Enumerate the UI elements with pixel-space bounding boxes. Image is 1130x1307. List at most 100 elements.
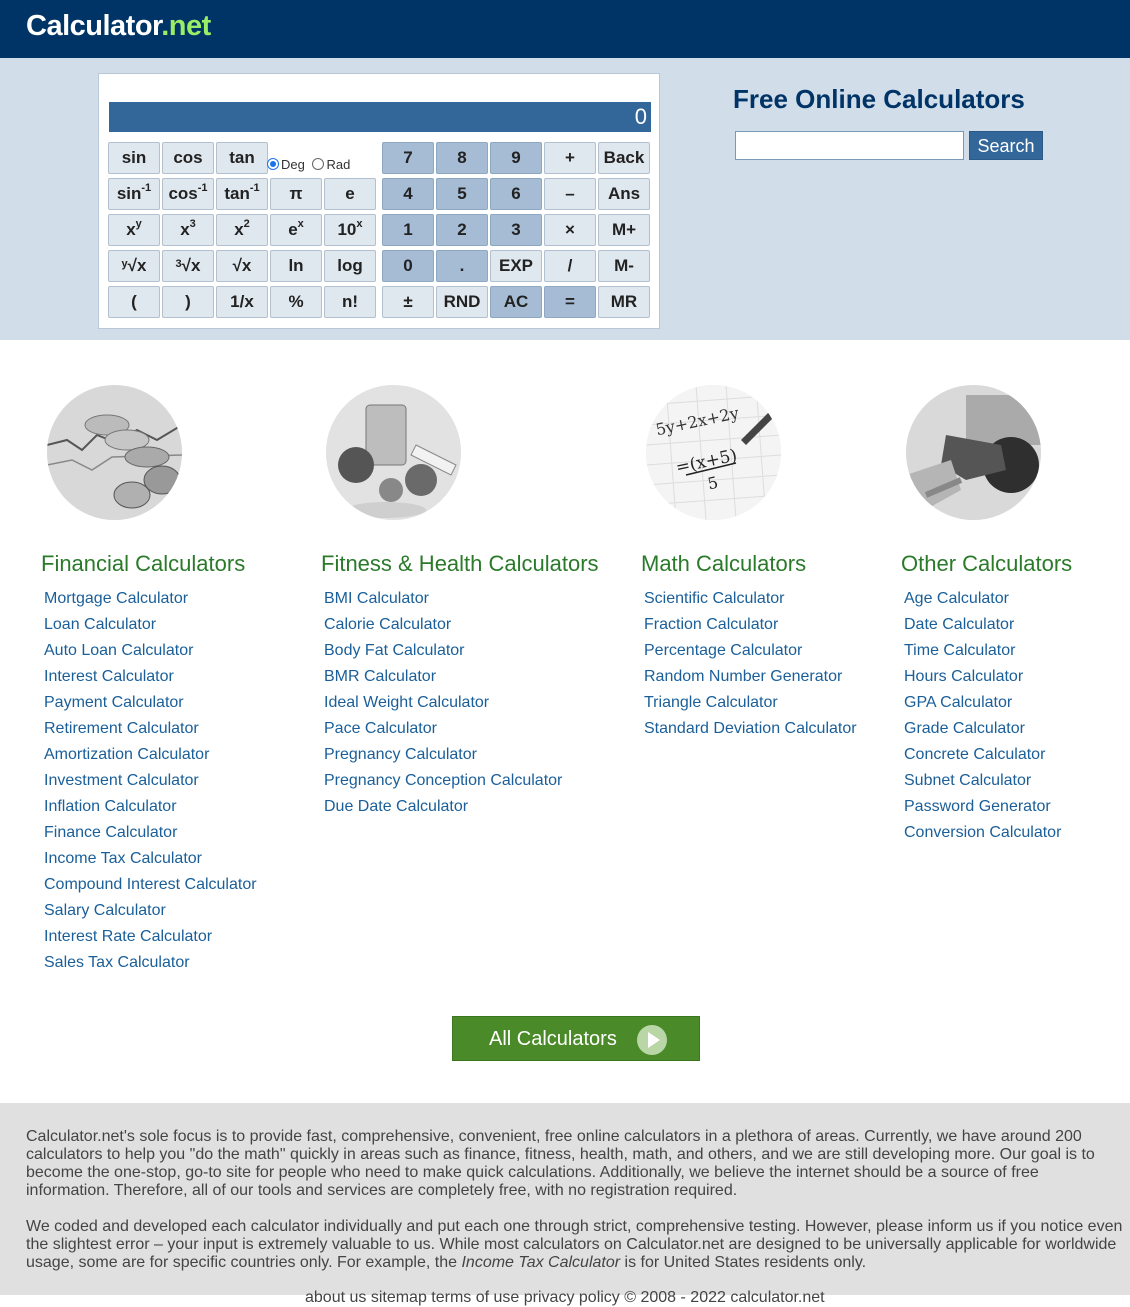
link-grade-calculator[interactable]: Grade Calculator: [904, 716, 1061, 742]
link-mortgage-calculator[interactable]: Mortgage Calculator: [44, 586, 257, 612]
key-divide[interactable]: /: [544, 250, 596, 282]
link-hours-calculator[interactable]: Hours Calculator: [904, 664, 1061, 690]
link-ideal-weight-calculator[interactable]: Ideal Weight Calculator: [324, 690, 562, 716]
link-inflation-calculator[interactable]: Inflation Calculator: [44, 794, 257, 820]
link-random-number-generator[interactable]: Random Number Generator: [644, 664, 857, 690]
link-fraction-calculator[interactable]: Fraction Calculator: [644, 612, 857, 638]
key-equals[interactable]: =: [544, 286, 596, 318]
link-pace-calculator[interactable]: Pace Calculator: [324, 716, 562, 742]
key-cos[interactable]: cos: [162, 142, 214, 174]
link-payment-calculator[interactable]: Payment Calculator: [44, 690, 257, 716]
key-ln[interactable]: ln: [270, 250, 322, 282]
key-arccos[interactable]: cos-1: [162, 178, 214, 210]
key-4[interactable]: 4: [382, 178, 434, 210]
key-9[interactable]: 9: [490, 142, 542, 174]
deg-radio[interactable]: [267, 158, 279, 170]
link-password-generator[interactable]: Password Generator: [904, 794, 1061, 820]
link-concrete-calculator[interactable]: Concrete Calculator: [904, 742, 1061, 768]
footer-links[interactable]: about us sitemap terms of use privacy po…: [305, 1289, 1005, 1307]
key-y-root-x[interactable]: y√x: [108, 250, 160, 282]
key-square-root[interactable]: √x: [216, 250, 268, 282]
key-x-squared[interactable]: x2: [216, 214, 268, 246]
key-5[interactable]: 5: [436, 178, 488, 210]
financial-title[interactable]: Financial Calculators: [41, 551, 245, 577]
financial-image[interactable]: [47, 385, 182, 520]
link-loan-calculator[interactable]: Loan Calculator: [44, 612, 257, 638]
link-date-calculator[interactable]: Date Calculator: [904, 612, 1061, 638]
other-image[interactable]: [906, 385, 1041, 520]
link-bmr-calculator[interactable]: BMR Calculator: [324, 664, 562, 690]
key-cube-root[interactable]: 3√x: [162, 250, 214, 282]
link-standard-deviation-calculator[interactable]: Standard Deviation Calculator: [644, 716, 857, 742]
key-x-pow-y[interactable]: xy: [108, 214, 160, 246]
site-logo[interactable]: Calculator.net: [26, 10, 211, 43]
key-0[interactable]: 0: [382, 250, 434, 282]
key-e[interactable]: e: [324, 178, 376, 210]
search-input[interactable]: [735, 131, 964, 160]
key-log[interactable]: log: [324, 250, 376, 282]
key-1[interactable]: 1: [382, 214, 434, 246]
key-multiply[interactable]: ×: [544, 214, 596, 246]
fitness-health-title[interactable]: Fitness & Health Calculators: [321, 551, 599, 577]
key-6[interactable]: 6: [490, 178, 542, 210]
link-compound-interest-calculator[interactable]: Compound Interest Calculator: [44, 872, 257, 898]
key-reciprocal[interactable]: 1/x: [216, 286, 268, 318]
link-body-fat-calculator[interactable]: Body Fat Calculator: [324, 638, 562, 664]
key-ten-pow-x[interactable]: 10x: [324, 214, 376, 246]
link-calorie-calculator[interactable]: Calorie Calculator: [324, 612, 562, 638]
link-bmi-calculator[interactable]: BMI Calculator: [324, 586, 562, 612]
key-back[interactable]: Back: [598, 142, 650, 174]
key-arctan[interactable]: tan-1: [216, 178, 268, 210]
key-decimal[interactable]: .: [436, 250, 488, 282]
key-factorial[interactable]: n!: [324, 286, 376, 318]
key-close-paren[interactable]: ): [162, 286, 214, 318]
link-due-date-calculator[interactable]: Due Date Calculator: [324, 794, 562, 820]
key-plus-minus[interactable]: ±: [382, 286, 434, 318]
key-e-pow-x[interactable]: ex: [270, 214, 322, 246]
search-button[interactable]: Search: [969, 131, 1043, 160]
link-subnet-calculator[interactable]: Subnet Calculator: [904, 768, 1061, 794]
math-image[interactable]: 5y+2x+2y =(x+5) 5: [646, 385, 781, 520]
link-auto-loan-calculator[interactable]: Auto Loan Calculator: [44, 638, 257, 664]
key-8[interactable]: 8: [436, 142, 488, 174]
key-3[interactable]: 3: [490, 214, 542, 246]
key-sin[interactable]: sin: [108, 142, 160, 174]
key-exp[interactable]: EXP: [490, 250, 542, 282]
link-pregnancy-calculator[interactable]: Pregnancy Calculator: [324, 742, 562, 768]
link-salary-calculator[interactable]: Salary Calculator: [44, 898, 257, 924]
link-triangle-calculator[interactable]: Triangle Calculator: [644, 690, 857, 716]
key-open-paren[interactable]: (: [108, 286, 160, 318]
key-7[interactable]: 7: [382, 142, 434, 174]
link-pregnancy-conception-calculator[interactable]: Pregnancy Conception Calculator: [324, 768, 562, 794]
link-retirement-calculator[interactable]: Retirement Calculator: [44, 716, 257, 742]
other-title[interactable]: Other Calculators: [901, 551, 1072, 577]
key-ac[interactable]: AC: [490, 286, 542, 318]
key-ans[interactable]: Ans: [598, 178, 650, 210]
link-percentage-calculator[interactable]: Percentage Calculator: [644, 638, 857, 664]
key-arcsin[interactable]: sin-1: [108, 178, 160, 210]
link-interest-calculator[interactable]: Interest Calculator: [44, 664, 257, 690]
all-calculators-button[interactable]: All Calculators: [452, 1016, 700, 1061]
math-title[interactable]: Math Calculators: [641, 551, 806, 577]
key-2[interactable]: 2: [436, 214, 488, 246]
key-percent[interactable]: %: [270, 286, 322, 318]
key-rnd[interactable]: RND: [436, 286, 488, 318]
key-m-plus[interactable]: M+: [598, 214, 650, 246]
link-time-calculator[interactable]: Time Calculator: [904, 638, 1061, 664]
key-m-minus[interactable]: M-: [598, 250, 650, 282]
key-pi[interactable]: π: [270, 178, 322, 210]
link-sales-tax-calculator[interactable]: Sales Tax Calculator: [44, 950, 257, 976]
link-conversion-calculator[interactable]: Conversion Calculator: [904, 820, 1061, 846]
link-income-tax-calculator[interactable]: Income Tax Calculator: [44, 846, 257, 872]
key-tan[interactable]: tan: [216, 142, 268, 174]
link-investment-calculator[interactable]: Investment Calculator: [44, 768, 257, 794]
key-plus[interactable]: +: [544, 142, 596, 174]
link-amortization-calculator[interactable]: Amortization Calculator: [44, 742, 257, 768]
link-gpa-calculator[interactable]: GPA Calculator: [904, 690, 1061, 716]
link-finance-calculator[interactable]: Finance Calculator: [44, 820, 257, 846]
fitness-health-image[interactable]: [326, 385, 461, 520]
link-interest-rate-calculator[interactable]: Interest Rate Calculator: [44, 924, 257, 950]
link-age-calculator[interactable]: Age Calculator: [904, 586, 1061, 612]
key-mr[interactable]: MR: [598, 286, 650, 318]
key-minus[interactable]: –: [544, 178, 596, 210]
